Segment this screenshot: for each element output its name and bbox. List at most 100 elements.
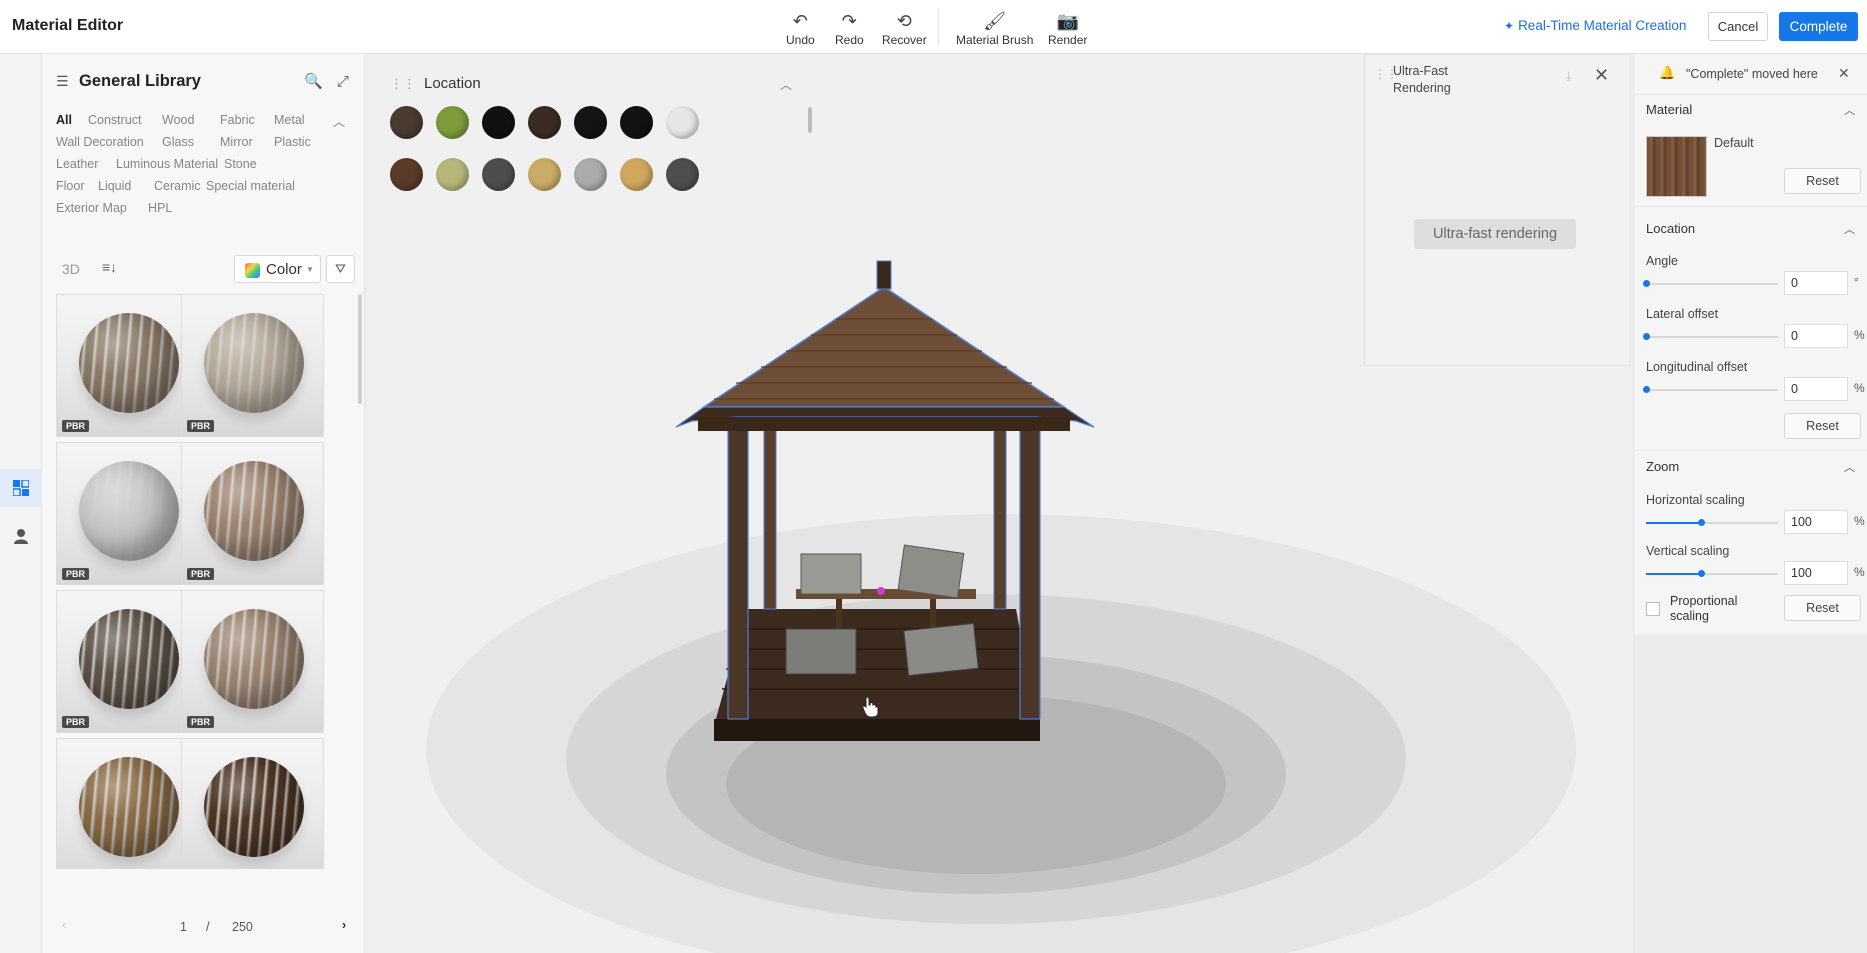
color-swatch-icon (245, 263, 260, 278)
proportional-scaling-checkbox[interactable] (1646, 602, 1660, 616)
category-chip[interactable]: Glass (162, 135, 194, 149)
material-card[interactable] (181, 738, 324, 869)
material-swatch[interactable] (574, 158, 607, 191)
undo-button[interactable]: ↶ Undo (786, 12, 815, 47)
search-icon[interactable]: 🔍 (304, 73, 323, 90)
angle-slider[interactable] (1643, 280, 1778, 287)
longitudinal-offset-input[interactable]: 0 (1784, 377, 1848, 401)
category-chip[interactable]: Wall Decoration (56, 135, 144, 149)
drag-handle-icon[interactable]: ⋮⋮ (390, 76, 416, 91)
vertical-scaling-input[interactable]: 100 (1784, 561, 1848, 585)
recover-button[interactable]: ⟲ Recover (882, 12, 927, 47)
chevron-up-icon[interactable]: ︿ (1844, 102, 1855, 118)
category-chip[interactable]: Exterior Map (56, 201, 127, 215)
category-chip[interactable]: All (56, 113, 72, 127)
lateral-offset-input[interactable]: 0 (1784, 324, 1848, 348)
rail-user-button[interactable] (0, 517, 42, 555)
material-name: Default (1714, 136, 1754, 150)
material-swatch[interactable] (482, 158, 515, 191)
close-icon[interactable]: ✕ (1594, 65, 1609, 86)
close-icon[interactable]: ✕ (1838, 65, 1850, 82)
complete-button[interactable]: Complete (1779, 12, 1858, 41)
chevron-down-icon: ▼ (306, 265, 314, 274)
material-swatch[interactable] (574, 106, 607, 139)
category-chip[interactable]: Mirror (220, 135, 253, 149)
render-button[interactable]: 📷 Render (1048, 12, 1087, 47)
material-card[interactable]: PBRMIECO 3083 Corsica (56, 294, 199, 457)
chevron-up-icon[interactable]: ︿ (333, 113, 345, 130)
horizontal-scaling-input[interactable]: 100 (1784, 510, 1848, 534)
material-swatch[interactable] (436, 158, 469, 191)
post (1019, 398, 1041, 720)
chevron-up-icon[interactable]: ︿ (1844, 221, 1855, 237)
pbr-badge: PBR (187, 716, 215, 728)
material-swatch[interactable] (528, 106, 561, 139)
category-chip[interactable]: Wood (162, 113, 194, 127)
material-card[interactable] (56, 738, 199, 869)
horizontal-scaling-slider[interactable] (1646, 519, 1778, 526)
sort-icon[interactable]: ≡↓ (102, 259, 117, 275)
chevron-up-icon[interactable]: ︿ (780, 76, 792, 93)
location-panel-label: Location (424, 75, 481, 92)
category-chip[interactable]: Ceramic (154, 179, 201, 193)
material-sphere (204, 757, 304, 857)
material-card[interactable]: PBRMIECO 3084 Fabric (56, 442, 199, 605)
material-thumbnail[interactable] (1646, 136, 1707, 197)
zoom-section-title: Zoom (1646, 459, 1680, 474)
vertical-scaling-slider[interactable] (1646, 570, 1778, 577)
pbr-badge: PBR (187, 420, 215, 432)
material-swatch[interactable] (390, 158, 423, 191)
category-chip[interactable]: HPL (148, 201, 172, 215)
chair (897, 544, 965, 599)
material-card[interactable]: PBRMIECO 3091 Summer (181, 590, 324, 753)
category-chip[interactable]: Construct (88, 113, 142, 127)
category-chip[interactable]: Plastic (274, 135, 311, 149)
download-icon[interactable]: ⤓ (1566, 69, 1571, 84)
expand-icon[interactable]: ⤢ (337, 73, 349, 90)
filter-icon[interactable]: ⛛ (326, 255, 355, 283)
lateral-offset-slider[interactable] (1643, 333, 1778, 340)
material-swatch[interactable] (482, 106, 515, 139)
category-chip[interactable]: Special material (206, 179, 295, 193)
app-title: Material Editor (12, 17, 124, 34)
category-chip[interactable]: Metal (274, 113, 305, 127)
category-chip[interactable]: Leather (56, 157, 98, 171)
swatch-scrollbar[interactable] (808, 107, 812, 133)
category-chip[interactable]: Floor (56, 179, 84, 193)
redo-button[interactable]: ↷ Redo (835, 12, 864, 47)
category-chip[interactable]: Stone (224, 157, 257, 171)
next-page-icon[interactable]: › (342, 918, 346, 932)
material-swatch[interactable] (390, 106, 423, 139)
realtime-material-link[interactable]: ✦ Real-Time Material Creation (1504, 18, 1686, 33)
cancel-button[interactable]: Cancel (1708, 12, 1768, 41)
material-brush-button[interactable]: 🖌 Material Brush (956, 12, 1033, 47)
ultra-fast-rendering-button[interactable]: Ultra-fast rendering (1414, 219, 1576, 249)
material-swatch[interactable] (666, 106, 699, 139)
material-reset-button[interactable]: Reset (1784, 168, 1861, 194)
chevron-up-icon[interactable]: ︿ (1844, 459, 1855, 475)
material-swatch[interactable] (436, 106, 469, 139)
material-swatch[interactable] (666, 158, 699, 191)
roof (701, 286, 1067, 408)
library-scrollbar[interactable] (358, 294, 362, 404)
location-reset-button[interactable]: Reset (1784, 413, 1861, 439)
material-sphere (79, 461, 179, 561)
color-filter-dropdown[interactable]: Color ▼ (234, 255, 321, 283)
zoom-reset-button[interactable]: Reset (1784, 595, 1861, 621)
redo-icon: ↷ (841, 11, 857, 31)
3d-toggle[interactable]: 3D (62, 261, 80, 277)
angle-input[interactable]: 0 (1784, 271, 1848, 295)
longitudinal-offset-slider[interactable] (1643, 386, 1778, 393)
rail-library-button[interactable] (0, 469, 42, 507)
material-card[interactable]: PBRMIECO 3093 Rosie (181, 442, 324, 605)
material-card[interactable]: PBRMIECO 3089 Dark (56, 590, 199, 753)
category-chip[interactable]: Liquid (98, 179, 131, 193)
material-swatch[interactable] (528, 158, 561, 191)
current-page[interactable]: 1 (180, 920, 187, 934)
category-chip[interactable]: Luminous Material (116, 157, 218, 171)
material-card[interactable]: PBRMIECO 3082 Grey (181, 294, 324, 457)
prev-page-icon[interactable]: ‹ (62, 918, 66, 932)
material-swatch[interactable] (620, 158, 653, 191)
material-swatch[interactable] (620, 106, 653, 139)
category-chip[interactable]: Fabric (220, 113, 255, 127)
